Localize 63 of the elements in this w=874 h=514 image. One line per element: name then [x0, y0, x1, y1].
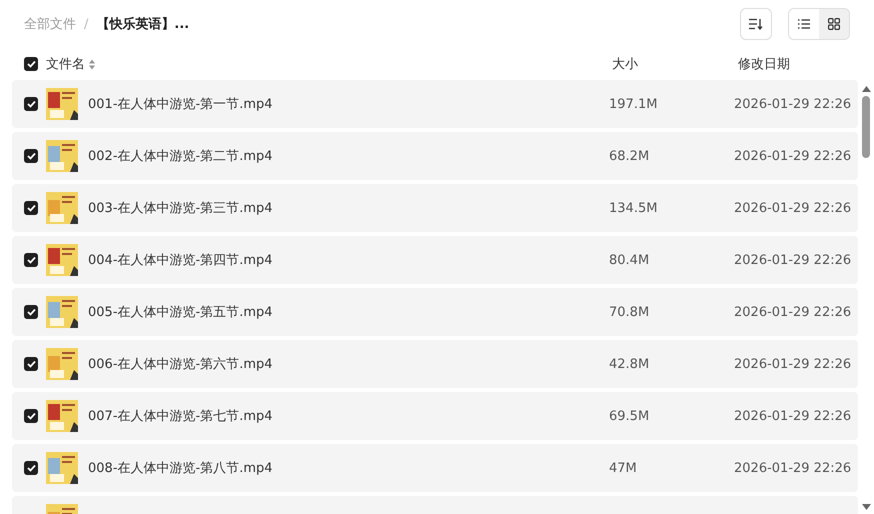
select-all-checkbox[interactable]	[24, 57, 38, 71]
row-checkbox[interactable]	[24, 253, 38, 267]
video-thumbnail	[46, 400, 78, 432]
row-checkbox[interactable]	[24, 461, 38, 475]
file-name: 001-在人体中游览-第一节.mp4	[88, 96, 273, 113]
modified-date: 2026-01-29 22:26	[734, 460, 852, 476]
column-header[interactable]: 文件名	[46, 55, 85, 73]
modified-date: 2026-01-29 22:26	[734, 356, 852, 372]
video-thumbnail	[46, 452, 78, 484]
file-size: 69.5M	[609, 408, 650, 424]
modified-date: 2026-01-29 22:26	[734, 148, 852, 164]
file-name: 004-在人体中游览-第四节.mp4	[88, 252, 273, 269]
file-size: 47M	[609, 460, 638, 476]
file-size: 70.8M	[609, 304, 650, 320]
file-row[interactable]: 007-在人体中游览-第七节.mp4 69.5M 2026-01-29 22:26	[12, 392, 858, 440]
file-row[interactable]: 008-在人体中游览-第八节.mp4 47M 2026-01-29 22:26	[12, 444, 858, 492]
grid-view-button[interactable]	[819, 9, 849, 39]
video-thumbnail	[46, 244, 78, 276]
video-thumbnail	[46, 192, 78, 224]
file-size: 197.1M	[609, 96, 658, 112]
file-size: 68.2M	[609, 148, 650, 164]
video-thumbnail	[46, 140, 78, 172]
modified-date: 2026-01-29 22:26	[734, 408, 852, 424]
list-icon	[798, 19, 810, 29]
video-thumbnail	[46, 348, 78, 380]
file-row[interactable]: 004-在人体中游览-第四节.mp4 80.4M 2026-01-29 22:26	[12, 236, 858, 284]
row-checkbox[interactable]	[24, 305, 38, 319]
row-checkbox[interactable]	[24, 149, 38, 163]
modified-date: 2026-01-29 22:26	[734, 200, 852, 216]
file-name: 008-在人体中游览-第八节.mp4	[88, 460, 273, 477]
file-name: 005-在人体中游览-第五节.mp4	[88, 304, 273, 321]
row-checkbox[interactable]	[24, 357, 38, 371]
file-row[interactable]: 003-在人体中游览-第三节.mp4 134.5M 2026-01-29 22:26	[12, 184, 858, 232]
file-size: 80.4M	[609, 252, 650, 268]
file-size: 42.8M	[609, 356, 650, 372]
video-thumbnail	[46, 88, 78, 120]
scroll-down-icon[interactable]	[862, 504, 870, 510]
column-header: 大小	[612, 56, 639, 73]
sort-icon	[89, 58, 95, 70]
file-size: 134.5M	[609, 200, 658, 216]
scrollbar-thumb[interactable]	[862, 96, 870, 158]
breadcrumb-separator: /	[84, 16, 88, 32]
sort-icon	[749, 18, 763, 30]
row-checkbox[interactable]	[24, 409, 38, 423]
scroll-up-icon[interactable]	[862, 86, 870, 92]
current-folder: 【快乐英语】...	[96, 16, 190, 33]
file-row[interactable]: 002-在人体中游览-第二节.mp4 68.2M 2026-01-29 22:26	[12, 132, 858, 180]
column-header: 修改日期	[738, 56, 791, 73]
video-thumbnail	[46, 296, 78, 328]
row-checkbox[interactable]	[24, 201, 38, 215]
file-name: 003-在人体中游览-第三节.mp4	[88, 200, 273, 217]
modified-date: 2026-01-29 22:26	[734, 252, 852, 268]
file-name: 002-在人体中游览-第二节.mp4	[88, 148, 273, 165]
file-name: 007-在人体中游览-第七节.mp4	[88, 408, 273, 425]
modified-date: 2026-01-29 22:26	[734, 96, 852, 112]
file-row[interactable]: 005-在人体中游览-第五节.mp4 70.8M 2026-01-29 22:26	[12, 288, 858, 336]
file-row[interactable]: 001-在人体中游览-第一节.mp4 197.1M 2026-01-29 22:26	[12, 80, 858, 128]
modified-date: 2026-01-29 22:26	[734, 304, 852, 320]
row-checkbox[interactable]	[24, 97, 38, 111]
file-row[interactable]: 006-在人体中游览-第六节.mp4 42.8M 2026-01-29 22:26	[12, 340, 858, 388]
file-name: 006-在人体中游览-第六节.mp4	[88, 356, 273, 373]
sort-button[interactable]	[740, 8, 772, 40]
grid-icon	[828, 18, 840, 30]
